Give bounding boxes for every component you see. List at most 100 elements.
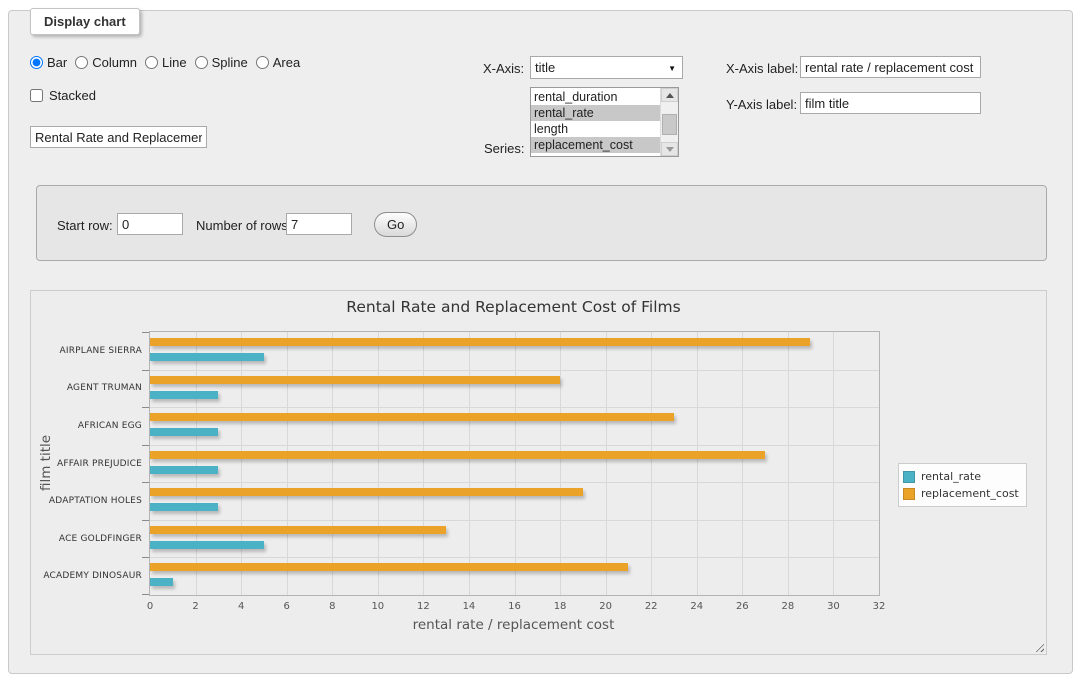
legend-swatch-icon: [903, 471, 915, 483]
gridline-vertical: [287, 332, 288, 595]
gridline-vertical: [423, 332, 424, 595]
number-of-rows-label: Number of rows:: [196, 218, 291, 233]
chart-type-radio-column[interactable]: [75, 56, 88, 69]
bar-rental_rate: [150, 466, 218, 474]
category-label: AFFAIR PREJUDICE: [36, 459, 142, 469]
chevron-down-icon: ▼: [668, 64, 676, 73]
series-option-length[interactable]: length: [531, 121, 661, 137]
x-tick-label: 12: [408, 601, 438, 612]
chart-title: Rental Rate and Replacement Cost of Film…: [149, 298, 878, 316]
chart-type-option-column: Column: [75, 55, 137, 70]
gridline-horizontal: [150, 445, 879, 446]
x-axis-select-value: title: [535, 60, 555, 75]
x-tick-label: 28: [773, 601, 803, 612]
category-label: ACADEMY DINOSAUR: [36, 571, 142, 581]
stacked-checkbox-row: Stacked: [30, 88, 96, 103]
number-of-rows-input[interactable]: [286, 213, 352, 235]
series-option-rental_duration[interactable]: rental_duration: [531, 89, 661, 105]
gridline-vertical: [469, 332, 470, 595]
x-tick-label: 20: [591, 601, 621, 612]
gridline-vertical: [196, 332, 197, 595]
plot-grid: 02468101214161820222426283032AIRPLANE SI…: [149, 331, 880, 596]
start-row-label: Start row:: [57, 218, 113, 233]
stacked-label: Stacked: [49, 88, 96, 103]
chart-type-option-bar: Bar: [30, 55, 67, 70]
category-label: AFRICAN EGG: [36, 421, 142, 431]
bar-rental_rate: [150, 503, 218, 511]
chart-x-axis-title: rental rate / replacement cost: [149, 617, 878, 633]
gridline-vertical: [833, 332, 834, 595]
gridline-vertical: [560, 332, 561, 595]
chart-type-label: Column: [92, 55, 137, 70]
chart-type-option-area: Area: [256, 55, 300, 70]
series-option-rental_rate[interactable]: rental_rate: [531, 105, 661, 121]
y-tick-mark: [142, 594, 149, 595]
bar-replacement_cost: [150, 338, 810, 346]
bar-rental_rate: [150, 353, 264, 361]
chart-type-radios: BarColumnLineSplineArea: [30, 55, 306, 70]
chart-panel: Rental Rate and Replacement Cost of Film…: [30, 290, 1047, 655]
scroll-up-icon: [666, 93, 674, 98]
x-tick-label: 0: [135, 601, 165, 612]
x-axis-select-label: X-Axis:: [483, 61, 524, 76]
category-label: AIRPLANE SIERRA: [36, 346, 142, 356]
x-tick-label: 22: [636, 601, 666, 612]
series-options: rental_durationrental_ratelengthreplacem…: [531, 89, 661, 153]
legend-label: rental_rate: [921, 470, 981, 483]
x-tick-label: 32: [864, 601, 894, 612]
x-tick-label: 10: [363, 601, 393, 612]
series-option-replacement_cost[interactable]: replacement_cost: [531, 137, 661, 153]
legend-label: replacement_cost: [921, 487, 1019, 500]
resize-handle-icon[interactable]: [1033, 641, 1044, 652]
x-axis-label-input[interactable]: [800, 56, 981, 78]
y-tick-mark: [142, 332, 149, 333]
x-tick-label: 30: [818, 601, 848, 612]
scroll-up-button[interactable]: [661, 88, 678, 102]
y-tick-mark: [142, 370, 149, 371]
bar-replacement_cost: [150, 563, 628, 571]
start-row-input[interactable]: [117, 213, 183, 235]
y-axis-label-label: Y-Axis label:: [726, 97, 797, 112]
series-listbox[interactable]: rental_durationrental_ratelengthreplacem…: [530, 87, 679, 157]
gridline-vertical: [515, 332, 516, 595]
x-axis-select[interactable]: title ▼: [530, 56, 683, 79]
x-tick-label: 8: [317, 601, 347, 612]
chart-type-radio-spline[interactable]: [195, 56, 208, 69]
gridline-vertical: [241, 332, 242, 595]
gridline-horizontal: [150, 557, 879, 558]
chart-type-radio-bar[interactable]: [30, 56, 43, 69]
y-axis-label-input[interactable]: [800, 92, 981, 114]
go-button[interactable]: Go: [374, 212, 417, 237]
bar-rental_rate: [150, 578, 173, 586]
legend-row-rental_rate: rental_rate: [903, 468, 1019, 485]
category-label: ADAPTATION HOLES: [36, 496, 142, 506]
gridline-vertical: [606, 332, 607, 595]
chart-type-radio-line[interactable]: [145, 56, 158, 69]
x-tick-label: 18: [545, 601, 575, 612]
y-tick-mark: [142, 445, 149, 446]
y-tick-mark: [142, 482, 149, 483]
bar-rental_rate: [150, 391, 218, 399]
x-tick-label: 6: [272, 601, 302, 612]
legend-swatch-icon: [903, 488, 915, 500]
chart-title-input[interactable]: [30, 126, 207, 148]
x-tick-label: 14: [454, 601, 484, 612]
bar-rental_rate: [150, 541, 264, 549]
x-tick-label: 26: [727, 601, 757, 612]
chart-type-radio-area[interactable]: [256, 56, 269, 69]
gridline-vertical: [651, 332, 652, 595]
chart-type-label: Bar: [47, 55, 67, 70]
gridline-vertical: [378, 332, 379, 595]
bar-rental_rate: [150, 428, 218, 436]
series-listbox-scrollbar[interactable]: [660, 88, 678, 156]
scroll-down-button[interactable]: [661, 142, 678, 156]
y-tick-mark: [142, 520, 149, 521]
category-label: ACE GOLDFINGER: [36, 534, 142, 544]
scrollbar-thumb[interactable]: [662, 114, 677, 135]
stacked-checkbox[interactable]: [30, 89, 43, 102]
y-tick-mark: [142, 557, 149, 558]
gridline-horizontal: [150, 370, 879, 371]
chart-type-option-spline: Spline: [195, 55, 248, 70]
gridline-horizontal: [150, 407, 879, 408]
bar-replacement_cost: [150, 413, 674, 421]
